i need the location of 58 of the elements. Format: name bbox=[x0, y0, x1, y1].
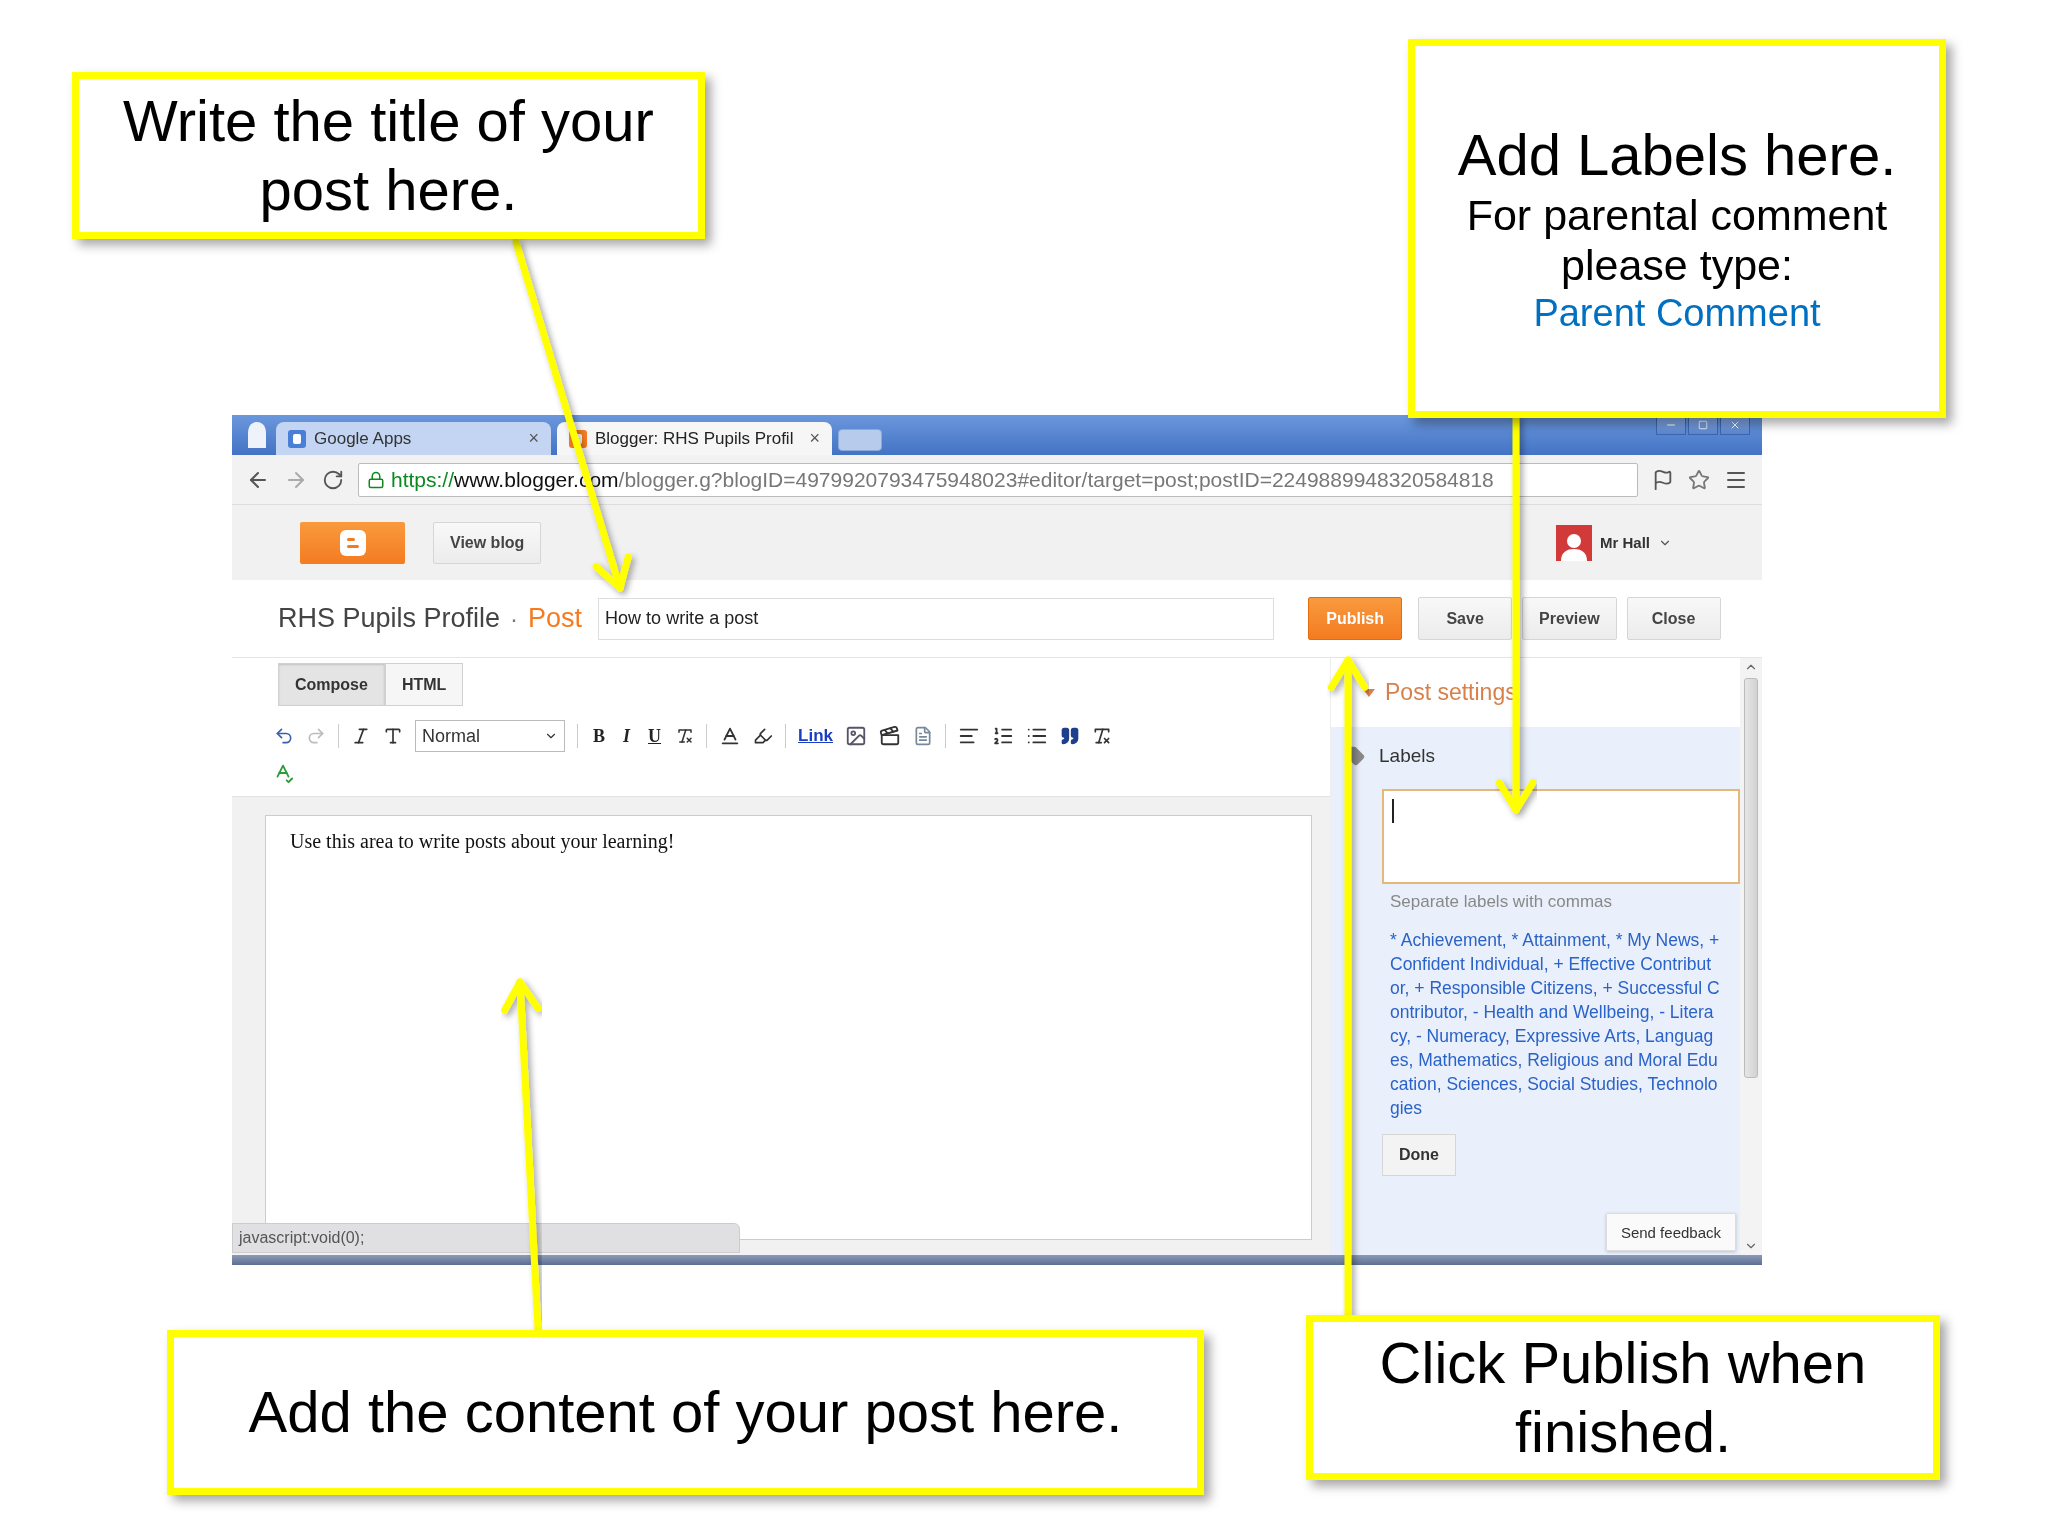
tab-close[interactable]: × bbox=[809, 428, 820, 449]
favicon-icon bbox=[288, 429, 306, 448]
reload-icon[interactable] bbox=[322, 468, 344, 491]
callout-text: Click Publish when finished. bbox=[1378, 1329, 1868, 1466]
callout-text: Write the title of your post here. bbox=[122, 87, 655, 224]
callout-text: Add the content of your post here. bbox=[248, 1378, 1123, 1447]
view-blog-button[interactable]: View blog bbox=[433, 521, 542, 564]
browser-tab[interactable]: Google Apps × bbox=[276, 422, 551, 455]
action-button[interactable]: Preview bbox=[1522, 597, 1617, 640]
callout-text: Parent Comment bbox=[1533, 291, 1821, 336]
scrollbar[interactable] bbox=[1740, 658, 1762, 1255]
label-suggestions[interactable]: * Achievement, * Attainment, * My News, + Confident Individual, + Effective Contributor, + Responsible Citizens, + Successful Contributor, - Health and Wellbeing, - Literacy, - Numeracy, Expressive Arts, Languages, Mathematics, Religious and Moral Education, Sciences, Social Studies, Technologies bbox=[1390, 928, 1720, 1120]
lock-icon bbox=[367, 470, 385, 489]
browser-tab[interactable]: Blogger: RHS Pupils Profil × bbox=[557, 422, 832, 455]
tab-close[interactable]: × bbox=[528, 428, 539, 449]
logo-icon bbox=[339, 529, 366, 556]
logo-button[interactable] bbox=[300, 521, 405, 564]
font-icon[interactable] bbox=[351, 726, 371, 746]
callout-text: Add Labels here. bbox=[1457, 121, 1897, 190]
labels-hint: Separate labels with commas bbox=[1390, 892, 1614, 912]
numbered-list-icon[interactable] bbox=[992, 725, 1014, 747]
image-icon[interactable] bbox=[845, 725, 867, 747]
link-button[interactable]: Link bbox=[798, 726, 833, 746]
mode-tab[interactable]: Compose bbox=[278, 663, 385, 706]
quote-icon[interactable] bbox=[1060, 726, 1080, 746]
labels-field[interactable] bbox=[1382, 789, 1740, 884]
action-button[interactable]: Close bbox=[1626, 597, 1721, 640]
clapperboard-icon[interactable] bbox=[879, 725, 901, 747]
send-feedback-button[interactable]: Send feedback bbox=[1605, 1213, 1736, 1251]
tab-title: Blogger: RHS Pupils Profil bbox=[595, 428, 795, 449]
format-value: Normal bbox=[422, 725, 480, 747]
callout-text: For parental comment please type: bbox=[1465, 189, 1889, 292]
user-name[interactable]: Mr Hall bbox=[1600, 534, 1650, 551]
undo-icon[interactable] bbox=[274, 726, 294, 746]
title-field[interactable]: How to write a post bbox=[598, 597, 1275, 640]
status-bar: javascript:void(0); bbox=[232, 1223, 740, 1253]
highlighter-icon[interactable] bbox=[753, 726, 774, 746]
avatar[interactable] bbox=[1556, 524, 1592, 561]
clear-formatting-icon[interactable] bbox=[1092, 726, 1112, 746]
blog-name: RHS Pupils Profile bbox=[278, 603, 501, 634]
star-icon[interactable] bbox=[1688, 468, 1710, 491]
separator: · bbox=[510, 604, 519, 633]
restore-icon bbox=[1698, 419, 1708, 430]
page-break-icon[interactable] bbox=[913, 726, 933, 746]
tab-title: Google Apps bbox=[314, 428, 413, 449]
format-select[interactable]: Normal bbox=[415, 720, 565, 752]
done-button[interactable]: Done bbox=[1382, 1134, 1456, 1176]
underline-button[interactable]: U bbox=[645, 725, 665, 747]
labels-heading: Labels bbox=[1379, 745, 1435, 767]
mode-tab[interactable]: HTML bbox=[384, 663, 464, 706]
action-button[interactable]: Save bbox=[1418, 597, 1513, 640]
italic-button[interactable]: I bbox=[620, 725, 634, 747]
caret-icon bbox=[1363, 688, 1375, 697]
section-title: Post bbox=[528, 603, 583, 634]
bold-button[interactable]: B bbox=[590, 725, 608, 747]
font-size-icon[interactable] bbox=[383, 726, 403, 746]
flag-icon[interactable] bbox=[1652, 468, 1674, 491]
editor-text: Use this area to write posts about your learning! bbox=[290, 830, 676, 853]
